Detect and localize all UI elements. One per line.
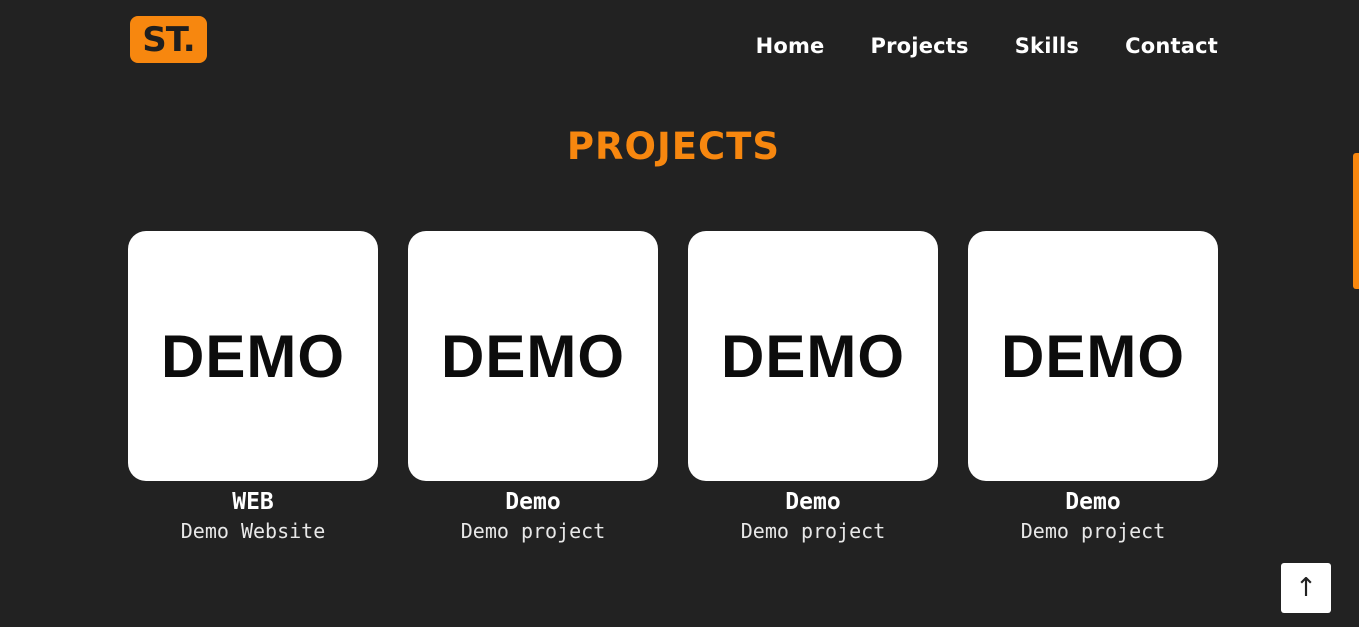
project-title: WEB — [232, 489, 274, 515]
nav-link-projects[interactable]: Projects — [871, 34, 969, 58]
project-thumbnail: DEMO — [968, 231, 1218, 481]
nav-link-skills[interactable]: Skills — [1015, 34, 1079, 58]
project-description: Demo Website — [180, 519, 326, 543]
thumbnail-text: DEMO — [441, 322, 625, 390]
nav-link-home[interactable]: Home — [756, 34, 825, 58]
scrollbar-thumb[interactable] — [1353, 153, 1359, 289]
project-title: Demo — [505, 489, 561, 515]
project-thumbnail: DEMO — [408, 231, 658, 481]
project-card[interactable]: DEMO Demo Demo project — [408, 231, 658, 544]
project-description: Demo project — [460, 519, 606, 543]
project-thumbnail: DEMO — [688, 231, 938, 481]
project-title: Demo — [1065, 489, 1121, 515]
main-nav: Home Projects Skills Contact — [756, 34, 1218, 58]
project-description: Demo project — [740, 519, 886, 543]
project-list: DEMO WEB Demo Website DEMO Demo Demo pro… — [128, 231, 1218, 544]
project-card[interactable]: DEMO WEB Demo Website — [128, 231, 378, 544]
project-title: Demo — [785, 489, 841, 515]
nav-link-contact[interactable]: Contact — [1125, 34, 1218, 58]
logo-text: ST. — [142, 19, 195, 60]
page: ST. Home Projects Skills Contact PROJECT… — [0, 0, 1359, 627]
logo[interactable]: ST. — [130, 16, 207, 63]
thumbnail-text: DEMO — [721, 322, 905, 390]
project-card[interactable]: DEMO Demo Demo project — [688, 231, 938, 544]
project-description: Demo project — [1020, 519, 1166, 543]
section-title: PROJECTS — [566, 125, 781, 168]
thumbnail-text: DEMO — [161, 322, 345, 390]
thumbnail-text: DEMO — [1001, 322, 1185, 390]
back-to-top-button[interactable]: ↑ — [1281, 563, 1331, 613]
project-card[interactable]: DEMO Demo Demo project — [968, 231, 1218, 544]
arrow-up-icon: ↑ — [1295, 573, 1317, 603]
project-thumbnail: DEMO — [128, 231, 378, 481]
